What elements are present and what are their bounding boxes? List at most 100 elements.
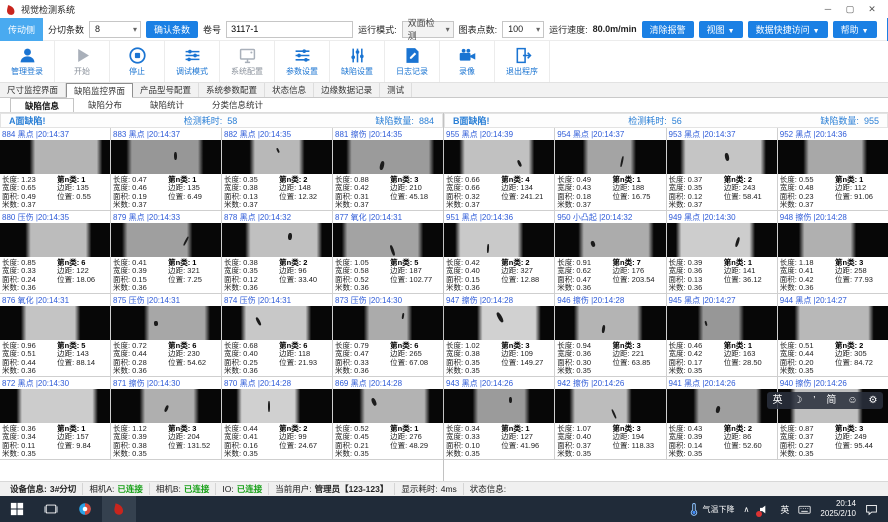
sub-tab-0[interactable]: 缺陷信息 [10,98,74,112]
input-language-indicator[interactable]: 英 [780,503,789,516]
defect-cell[interactable]: 944 黑点 |20:14:27长度: 0.51宽度: 0.44面积: 0.20… [778,294,888,376]
defect-thumbnail[interactable] [555,140,665,174]
main-tab-0[interactable]: 尺寸监控界面 [0,83,66,97]
defect-thumbnail[interactable] [0,223,110,257]
defect-thumbnail[interactable] [555,223,665,257]
stop-button[interactable]: 停止 [110,41,165,82]
defect-thumbnail[interactable] [667,140,777,174]
start-button[interactable] [0,496,34,522]
tray-expand-chevron[interactable]: ∧ [744,505,750,514]
defect-cell[interactable]: 953 黑点 |20:14:37长度: 0.37宽度: 0.35面积: 0.12… [667,128,777,210]
defect-thumbnail[interactable] [0,306,110,340]
defect-thumbnail[interactable] [667,306,777,340]
defect-thumbnail[interactable] [0,140,110,174]
defect-cell[interactable]: 951 黑点 |20:14:36长度: 0.42宽度: 0.40面积: 0.15… [444,211,554,293]
exit-button[interactable]: 退出程序 [495,41,550,82]
system-config-button[interactable]: 系统配置 [220,41,275,82]
main-tab-6[interactable]: 测试 [380,83,412,97]
minimize-button[interactable]: ─ [817,4,839,15]
defect-cell[interactable]: 942 擦伤 |20:14:26长度: 1.07宽度: 0.40面积: 0.37… [555,377,665,459]
defect-cell[interactable]: 882 黑点 |20:14:35长度: 0.35宽度: 0.38面积: 0.13… [222,128,332,210]
defect-cell[interactable]: 871 擦伤 |20:14:30长度: 1.12宽度: 0.39面积: 0.38… [111,377,221,459]
main-tab-4[interactable]: 状态信息 [265,83,314,97]
defect-cell[interactable]: 941 黑点 |20:14:26长度: 0.43宽度: 0.39面积: 0.14… [667,377,777,459]
debug-button[interactable]: 调试模式 [165,41,220,82]
defect-cell[interactable]: 946 擦伤 |20:14:28长度: 0.94宽度: 0.36面积: 0.30… [555,294,665,376]
view-menu-button[interactable]: 视图▼ [699,21,743,38]
defect-cell[interactable]: 955 黑点 |20:14:39长度: 0.66宽度: 0.66面积: 0.32… [444,128,554,210]
defect-thumbnail[interactable] [333,306,443,340]
defect-thumbnail[interactable] [222,140,332,174]
defect-thumbnail[interactable] [333,140,443,174]
defect-cell[interactable]: 877 氧化 |20:14:31长度: 1.05宽度: 0.58面积: 0.52… [333,211,443,293]
defect-thumbnail[interactable] [111,389,221,423]
sub-tab-3[interactable]: 分类信息统计 [198,98,277,112]
drive-side-button[interactable]: 传动侧 [0,18,43,41]
defect-cell[interactable]: 878 黑点 |20:14:32长度: 0.38宽度: 0.35面积: 0.12… [222,211,332,293]
taskbar-clock[interactable]: 20:14 2025/2/10 [820,499,856,519]
sub-tab-1[interactable]: 缺陷分布 [74,98,136,112]
defect-cell[interactable]: 872 黑点 |20:14:30长度: 0.36宽度: 0.34面积: 0.11… [0,377,110,459]
weather-tray-item[interactable]: 气温下降 [687,503,735,516]
defect-thumbnail[interactable] [778,306,888,340]
run-mode-select[interactable]: 双面检测 [402,21,454,38]
main-tab-5[interactable]: 边缘数据记录 [314,83,380,97]
defect-cell[interactable]: 945 黑点 |20:14:27长度: 0.46宽度: 0.42面积: 0.17… [667,294,777,376]
defect-thumbnail[interactable] [111,223,221,257]
task-view-button[interactable] [34,496,68,522]
record-button[interactable]: 录像 [440,41,495,82]
defect-thumbnail[interactable] [333,389,443,423]
defect-cell[interactable]: 948 擦伤 |20:14:28长度: 1.18宽度: 0.41面积: 0.42… [778,211,888,293]
defect-cell[interactable]: 940 擦伤 |20:14:26长度: 0.87宽度: 0.37面积: 0.27… [778,377,888,459]
defect-thumbnail[interactable] [444,389,554,423]
defect-cell[interactable]: 870 黑点 |20:14:28长度: 0.44宽度: 0.41面积: 0.16… [222,377,332,459]
defect-thumbnail[interactable] [222,223,332,257]
defect-cell[interactable]: 954 黑点 |20:14:37长度: 0.49宽度: 0.43面积: 0.18… [555,128,665,210]
speaker-icon[interactable] [758,503,771,516]
ime-lang-toggle[interactable]: 英 [772,396,782,406]
main-tab-1[interactable]: 缺陷监控界面 [66,83,133,98]
defect-cell[interactable]: 881 擦伤 |20:14:35长度: 0.88宽度: 0.42面积: 0.31… [333,128,443,210]
ime-emoji-icon[interactable]: ☺ [847,396,857,406]
keyboard-icon[interactable] [798,503,811,516]
defect-thumbnail[interactable] [444,306,554,340]
defect-cell[interactable]: 952 黑点 |20:14:36长度: 0.55宽度: 0.48面积: 0.23… [778,128,888,210]
roll-number-input[interactable] [226,21,353,38]
defect-cell[interactable]: 947 擦伤 |20:14:28长度: 1.02宽度: 0.38面积: 0.35… [444,294,554,376]
defect-thumbnail[interactable] [111,306,221,340]
defect-cell[interactable]: 876 氧化 |20:14:31长度: 0.96宽度: 0.51面积: 0.44… [0,294,110,376]
defect-thumbnail[interactable] [778,140,888,174]
defect-thumbnail[interactable] [778,223,888,257]
params-button[interactable]: 参数设置 [275,41,330,82]
defect-cell[interactable]: 869 黑点 |20:14:28长度: 0.52宽度: 0.45面积: 0.21… [333,377,443,459]
sub-tab-2[interactable]: 缺陷统计 [136,98,198,112]
defect-thumbnail[interactable] [222,306,332,340]
login-button[interactable]: 管理登录 [0,41,55,82]
browser-app-icon[interactable] [68,496,102,522]
defect-thumbnail[interactable] [333,223,443,257]
log-button[interactable]: 日志记录 [385,41,440,82]
inspection-app-icon[interactable] [102,496,136,522]
defect-thumbnail[interactable] [667,223,777,257]
defect-thumbnail[interactable] [0,389,110,423]
main-tab-2[interactable]: 产品型号配置 [133,83,199,97]
start-button[interactable]: 开始 [55,41,110,82]
ime-simplified-toggle[interactable]: 简 [826,396,836,406]
defect-cell[interactable]: 949 黑点 |20:14:30长度: 0.39宽度: 0.36面积: 0.13… [667,211,777,293]
defect-cell[interactable]: 875 压伤 |20:14:31长度: 0.72宽度: 0.44面积: 0.28… [111,294,221,376]
defect-settings-button[interactable]: 缺陷设置 [330,41,385,82]
defect-thumbnail[interactable] [555,306,665,340]
defect-thumbnail[interactable] [222,389,332,423]
data-access-menu-button[interactable]: 数据快捷访问▼ [748,21,828,38]
clear-alarm-button[interactable]: 清除报警 [642,21,694,38]
help-menu-button[interactable]: 帮助▼ [833,21,877,38]
confirm-count-button[interactable]: 确认条数 [146,21,198,38]
defect-cell[interactable]: 943 黑点 |20:14:26长度: 0.34宽度: 0.33面积: 0.10… [444,377,554,459]
ime-settings-gear-icon[interactable]: ⚙ [868,396,877,406]
defect-cell[interactable]: 950 小凸起 |20:14:32长度: 0.91宽度: 0.62面积: 0.4… [555,211,665,293]
ime-moon-icon[interactable]: ☽ [793,396,802,406]
defect-cell[interactable]: 883 黑点 |20:14:37长度: 0.47宽度: 0.46面积: 0.19… [111,128,221,210]
chart-points-select[interactable]: 100 [502,21,544,38]
defect-cell[interactable]: 880 压伤 |20:14:35长度: 0.85宽度: 0.33面积: 0.24… [0,211,110,293]
ime-punct-toggle[interactable]: ’ [813,396,815,406]
